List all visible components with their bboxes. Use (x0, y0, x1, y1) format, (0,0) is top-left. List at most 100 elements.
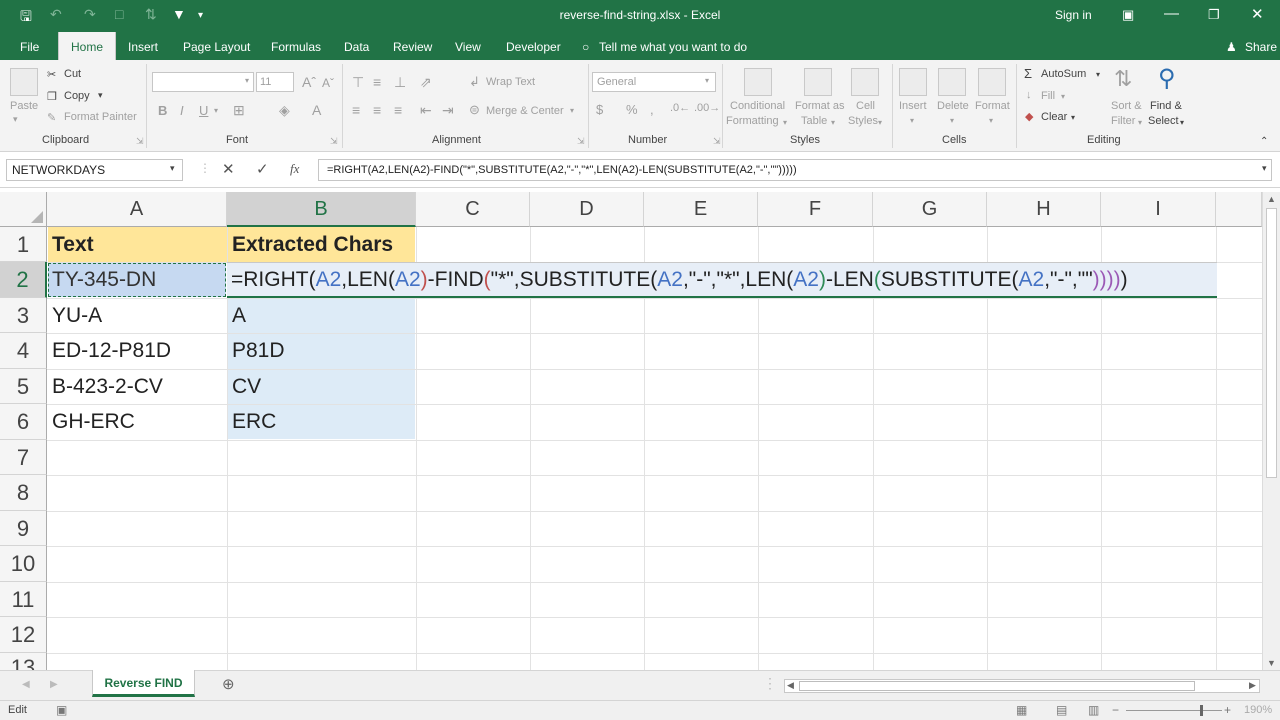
tab-home[interactable]: Home (58, 32, 117, 60)
tab-file[interactable]: File (20, 40, 39, 54)
ribbon-display-options-icon[interactable]: ▣ (1122, 7, 1134, 23)
orientation-icon[interactable]: ⇗ (420, 74, 432, 91)
bold-button[interactable]: B (158, 103, 167, 118)
column-header-b[interactable]: B (227, 192, 416, 227)
vertical-scroll-thumb[interactable] (1266, 208, 1277, 478)
row-header-10[interactable]: 10 (0, 546, 47, 582)
scroll-down-icon[interactable]: ▼ (1267, 658, 1276, 668)
cell-a5[interactable]: B-423-2-CV (48, 369, 163, 404)
cell-styles-button[interactable]: Cell (856, 100, 875, 112)
column-header-h[interactable]: H (987, 192, 1101, 227)
column-header-e[interactable]: E (644, 192, 758, 227)
cut-button[interactable]: Cut (64, 68, 81, 80)
scroll-left-icon[interactable]: ◀ (787, 680, 794, 691)
tab-view[interactable]: View (455, 40, 481, 54)
tab-data[interactable]: Data (344, 40, 369, 54)
paste-button[interactable]: Paste (10, 100, 38, 112)
insert-cells-icon[interactable] (899, 68, 927, 96)
row-header-8[interactable]: 8 (0, 475, 47, 511)
decrease-font-icon[interactable]: Aˇ (322, 76, 334, 90)
cell-b3[interactable]: A (228, 298, 246, 333)
increase-decimal-icon[interactable]: .0← (670, 102, 690, 114)
tab-page-layout[interactable]: Page Layout (183, 40, 250, 54)
font-color-icon[interactable]: A (312, 102, 321, 118)
top-align-icon[interactable]: ⊤ (352, 74, 364, 91)
comma-style-icon[interactable]: , (650, 102, 654, 117)
chevron-down-icon[interactable]: ▾ (878, 118, 882, 127)
cell-a2[interactable]: TY-345-DN (48, 262, 156, 298)
column-header-g[interactable]: G (873, 192, 987, 227)
chevron-down-icon[interactable]: ▾ (1138, 118, 1142, 127)
scroll-right-icon[interactable]: ▶ (1249, 680, 1256, 691)
tab-insert[interactable]: Insert (128, 40, 158, 54)
zoom-slider[interactable] (1126, 710, 1222, 711)
chevron-down-icon[interactable]: ▾ (950, 116, 954, 125)
format-cells-button[interactable]: Format (975, 100, 1010, 112)
chevron-down-icon[interactable]: ▾ (170, 163, 175, 174)
insert-cells-button[interactable]: Insert (899, 100, 927, 112)
cell-a4[interactable]: ED-12-P81D (48, 333, 171, 369)
zoom-slider-thumb[interactable] (1200, 705, 1203, 716)
insert-function-button[interactable]: fx (290, 161, 299, 177)
align-right-icon[interactable]: ≡ (394, 102, 402, 118)
normal-view-icon[interactable]: ▦ (1016, 703, 1027, 717)
row-header-6[interactable]: 6 (0, 404, 47, 440)
fill-button[interactable]: Fill (1041, 90, 1055, 102)
align-center-icon[interactable]: ≡ (373, 102, 381, 118)
share-button[interactable]: Share (1245, 40, 1277, 54)
page-break-view-icon[interactable]: ▥ (1088, 703, 1099, 717)
currency-icon[interactable]: $ (596, 102, 603, 117)
cell-b6[interactable]: ERC (228, 404, 276, 440)
zoom-level[interactable]: 190% (1244, 704, 1272, 716)
row-header-11[interactable]: 11 (0, 582, 47, 617)
chevron-down-icon[interactable]: ▾ (13, 114, 18, 125)
find-select-button[interactable]: Find & (1150, 100, 1182, 112)
dialog-launcher-icon[interactable]: ⇲ (713, 136, 721, 147)
next-sheet-icon[interactable]: ▶ (50, 679, 58, 690)
column-header-c[interactable]: C (416, 192, 530, 227)
row-header-2[interactable]: 2 (0, 262, 47, 298)
font-name-dropdown[interactable] (152, 72, 254, 92)
horizontal-scroll-thumb[interactable] (799, 681, 1195, 691)
sort-filter-icon[interactable]: ⇅ (1114, 66, 1132, 92)
zoom-in-icon[interactable]: + (1224, 703, 1231, 717)
chevron-down-icon[interactable]: ▾ (1061, 92, 1065, 101)
format-painter-button[interactable]: Format Painter (64, 111, 137, 123)
delete-cells-icon[interactable] (938, 68, 966, 96)
collapse-ribbon-icon[interactable]: ⌃ (1260, 136, 1268, 147)
row-header-12[interactable]: 12 (0, 617, 47, 653)
tell-me-search[interactable]: Tell me what you want to do (599, 40, 747, 54)
row-header-7[interactable]: 7 (0, 440, 47, 475)
cell-b2-editing[interactable]: =RIGHT(A2,LEN(A2)-FIND("*",SUBSTITUTE(A2… (228, 262, 1128, 298)
chevron-down-icon[interactable]: ▾ (705, 76, 709, 85)
prev-sheet-icon[interactable]: ◀ (22, 679, 30, 690)
chevron-down-icon[interactable]: ▾ (831, 118, 835, 127)
paste-icon[interactable] (10, 68, 38, 96)
font-size-dropdown[interactable]: 11 (256, 72, 294, 92)
column-header-d[interactable]: D (530, 192, 644, 227)
wrap-text-icon[interactable]: ↲ (469, 74, 480, 90)
borders-icon[interactable]: ⊞ (233, 102, 245, 119)
cell-a1[interactable]: Text (48, 227, 94, 262)
dialog-launcher-icon[interactable]: ⇲ (330, 136, 338, 147)
chevron-down-icon[interactable]: ▾ (910, 116, 914, 125)
sort-filter-button[interactable]: Sort & (1111, 100, 1142, 112)
horizontal-scrollbar[interactable]: ◀ ▶ (784, 679, 1260, 693)
close-icon[interactable]: ✕ (1251, 5, 1264, 23)
dialog-launcher-icon[interactable]: ⇲ (136, 136, 144, 147)
copy-button[interactable]: Copy (64, 90, 90, 102)
chevron-down-icon[interactable]: ▾ (98, 90, 103, 101)
page-layout-view-icon[interactable]: ▤ (1056, 703, 1067, 717)
chevron-down-icon[interactable]: ▾ (214, 106, 218, 115)
merge-icon[interactable]: ⊜ (469, 102, 480, 118)
sheet-tab-reverse-find[interactable]: Reverse FIND (92, 670, 195, 697)
scroll-up-icon[interactable]: ▲ (1267, 194, 1276, 204)
chevron-down-icon[interactable]: ▾ (1096, 70, 1100, 79)
cell-styles-icon[interactable] (851, 68, 879, 96)
format-as-table-icon[interactable] (804, 68, 832, 96)
expand-formula-bar-icon[interactable]: ▾ (1262, 163, 1267, 174)
align-left-icon[interactable]: ≡ (352, 102, 360, 118)
underline-button[interactable]: U (199, 103, 208, 118)
row-header-4[interactable]: 4 (0, 333, 47, 369)
enter-check-icon[interactable]: ✓ (256, 160, 269, 178)
